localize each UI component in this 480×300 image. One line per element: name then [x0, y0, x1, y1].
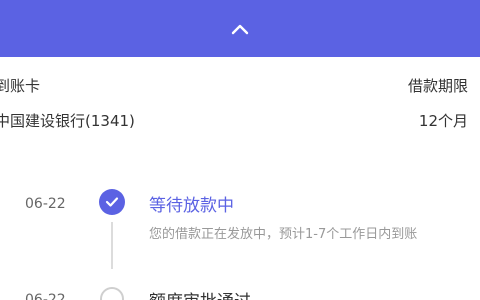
- account-label: 到账卡: [0, 77, 41, 95]
- timeline-title: 额度审批通过: [149, 287, 251, 300]
- chevron-up-icon: [230, 22, 250, 36]
- info-values-row: 中国建设银行(1341) 12个月: [0, 110, 480, 131]
- term-label: 借款期限: [407, 77, 468, 95]
- info-labels-row: 到账卡 借款期限: [0, 75, 480, 96]
- check-circle-icon: [99, 189, 125, 215]
- loan-status-page: 到账卡 借款期限 中国建设银行(1341) 12个月 06-22 等待放款中 您…: [0, 0, 480, 300]
- timeline-title: 等待放款中: [149, 196, 234, 216]
- circle-icon: [100, 287, 124, 300]
- timeline-date: 06-22: [25, 292, 66, 300]
- collapse-button[interactable]: [0, 0, 480, 57]
- timeline-connector: [111, 222, 113, 269]
- term-value: 12个月: [418, 112, 468, 130]
- timeline-date: 06-22: [25, 196, 66, 212]
- timeline-description: 您的借款正在发放中，预计1-7个工作日内到账: [149, 227, 418, 242]
- bank-account-value: 中国建设银行(1341): [0, 112, 135, 130]
